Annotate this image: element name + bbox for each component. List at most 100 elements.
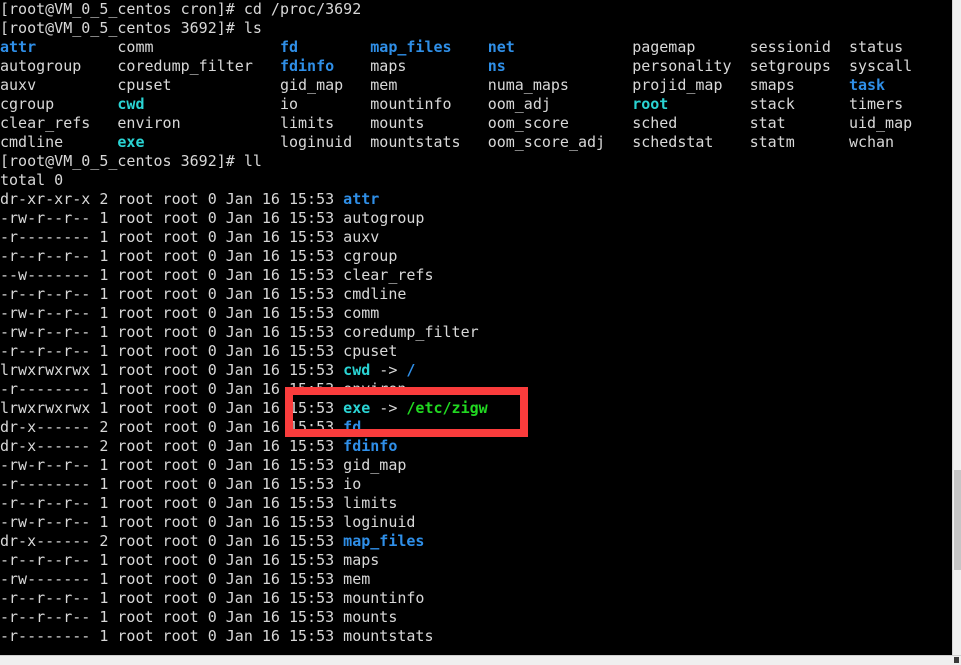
file-name-map_files: map_files xyxy=(343,532,425,550)
shell-prompt: [root@VM_0_5_centos 3692]# xyxy=(0,19,244,37)
file-metadata: -rw-r--r-- 1 root root 0 Jan 16 15:53 xyxy=(0,456,344,474)
file-name-io: io xyxy=(343,475,362,493)
file-metadata: --w------- 1 root root 0 Jan 16 15:53 xyxy=(0,266,344,284)
file-name-environ: environ xyxy=(343,380,407,398)
command-line-cd: [root@VM_0_5_centos cron]# cd /proc/3692 xyxy=(0,0,953,19)
ls-entry-stat: stat xyxy=(749,114,849,132)
ls-entry-comm: comm xyxy=(117,38,280,56)
ls-entry-personality: personality xyxy=(632,57,750,75)
ll-output-row: --w------- 1 root root 0 Jan 16 15:53 cl… xyxy=(0,266,953,285)
ll-output-row: -r--r--r-- 1 root root 0 Jan 16 15:53 li… xyxy=(0,494,953,513)
ll-output-row: -r-------- 1 root root 0 Jan 16 15:53 io xyxy=(0,475,953,494)
ll-output-row: -r-------- 1 root root 0 Jan 16 15:53 mo… xyxy=(0,627,953,646)
ls-entry-ns: ns xyxy=(487,57,633,75)
ls-entry-oom_score_adj: oom_score_adj xyxy=(487,133,633,151)
ls-entry-maps: maps xyxy=(370,57,488,75)
ll-output-row: lrwxrwxrwx 1 root root 0 Jan 16 15:53 cw… xyxy=(0,361,953,380)
ls-entry-root: root xyxy=(632,95,750,113)
ls-output-row: auxv cpuset gid_map mem numa_maps projid… xyxy=(0,76,953,95)
file-metadata: -r-------- 1 root root 0 Jan 16 15:53 xyxy=(0,228,344,246)
file-name-comm: comm xyxy=(343,304,380,322)
file-name-cwd: cwd xyxy=(343,361,371,379)
file-metadata: -rw-r--r-- 1 root root 0 Jan 16 15:53 xyxy=(0,209,344,227)
file-name-maps: maps xyxy=(343,551,380,569)
file-metadata: dr-x------ 2 root root 0 Jan 16 15:53 xyxy=(0,418,344,436)
ls-entry-environ: environ xyxy=(117,114,280,132)
file-name-cgroup: cgroup xyxy=(343,247,398,265)
ls-entry-net: net xyxy=(487,38,633,56)
ls-entry-task: task xyxy=(848,76,886,94)
ll-output-row: dr-x------ 2 root root 0 Jan 16 15:53 fd… xyxy=(0,437,953,456)
command-text: ls xyxy=(243,19,262,37)
ll-output-row: -r--r--r-- 1 root root 0 Jan 16 15:53 mo… xyxy=(0,608,953,627)
file-metadata: -r--r--r-- 1 root root 0 Jan 16 15:53 xyxy=(0,494,344,512)
ls-output-row: attr comm fd map_files net pagemap sessi… xyxy=(0,38,953,57)
file-metadata: -r--r--r-- 1 root root 0 Jan 16 15:53 xyxy=(0,551,344,569)
ls-entry-coredump_filter: coredump_filter xyxy=(117,57,280,75)
ll-output-row: lrwxrwxrwx 1 root root 0 Jan 16 15:53 ex… xyxy=(0,399,953,418)
ls-entry-mounts: mounts xyxy=(370,114,488,132)
ls-entry-cwd: cwd xyxy=(117,95,280,113)
ll-output-row: -r--r--r-- 1 root root 0 Jan 16 15:53 cm… xyxy=(0,285,953,304)
ll-output-row: -rw-r--r-- 1 root root 0 Jan 16 15:53 gi… xyxy=(0,456,953,475)
file-metadata: -rw-r--r-- 1 root root 0 Jan 16 15:53 xyxy=(0,304,344,322)
ll-total-line: total 0 xyxy=(0,171,953,190)
file-name-cmdline: cmdline xyxy=(343,285,407,303)
ls-entry-auxv: auxv xyxy=(0,76,118,94)
shell-prompt: [root@VM_0_5_centos cron]# xyxy=(0,0,244,18)
terminal-output[interactable]: [root@VM_0_5_centos cron]# cd /proc/3692… xyxy=(0,0,953,655)
file-name-limits: limits xyxy=(343,494,398,512)
command-line-ll: [root@VM_0_5_centos 3692]# ll xyxy=(0,152,953,171)
resize-grip-icon[interactable] xyxy=(954,657,959,663)
file-name-gid_map: gid_map xyxy=(343,456,407,474)
ls-entry-statm: statm xyxy=(749,133,849,151)
shell-prompt: [root@VM_0_5_centos 3692]# xyxy=(0,152,244,170)
ls-entry-syscall: syscall xyxy=(848,57,913,75)
ls-entry-exe: exe xyxy=(117,133,280,151)
ls-entry-schedstat: schedstat xyxy=(632,133,750,151)
terminal-window: [root@VM_0_5_centos cron]# cd /proc/3692… xyxy=(0,0,961,665)
ll-output-row: -rw-r--r-- 1 root root 0 Jan 16 15:53 lo… xyxy=(0,513,953,532)
ls-entry-oom_adj: oom_adj xyxy=(487,95,633,113)
file-metadata: -r-------- 1 root root 0 Jan 16 15:53 xyxy=(0,627,344,645)
ls-entry-pagemap: pagemap xyxy=(632,38,750,56)
scrollbar-thumb[interactable] xyxy=(954,470,961,570)
ls-entry-sessionid: sessionid xyxy=(749,38,849,56)
ls-entry-cmdline: cmdline xyxy=(0,133,118,151)
vertical-scrollbar[interactable] xyxy=(952,0,961,655)
file-metadata: -r--r--r-- 1 root root 0 Jan 16 15:53 xyxy=(0,247,344,265)
file-metadata: dr-x------ 2 root root 0 Jan 16 15:53 xyxy=(0,532,344,550)
ls-entry-stack: stack xyxy=(749,95,849,113)
ls-entry-autogroup: autogroup xyxy=(0,57,118,75)
symlink-target: / xyxy=(406,361,416,379)
ls-output-row: cgroup cwd io mountinfo oom_adj root sta… xyxy=(0,95,953,114)
ls-entry-numa_maps: numa_maps xyxy=(487,76,633,94)
file-metadata: -r-------- 1 root root 0 Jan 16 15:53 xyxy=(0,380,344,398)
file-name-clear_refs: clear_refs xyxy=(343,266,434,284)
ll-output-row: dr-x------ 2 root root 0 Jan 16 15:53 fd xyxy=(0,418,953,437)
file-name-attr: attr xyxy=(343,190,380,208)
ls-entry-clear_refs: clear_refs xyxy=(0,114,118,132)
file-metadata: dr-x------ 2 root root 0 Jan 16 15:53 xyxy=(0,437,344,455)
ls-entry-cgroup: cgroup xyxy=(0,95,118,113)
file-name-cpuset: cpuset xyxy=(343,342,398,360)
file-metadata: lrwxrwxrwx 1 root root 0 Jan 16 15:53 xyxy=(0,361,344,379)
ls-output-row: autogroup coredump_filter fdinfo maps ns… xyxy=(0,57,953,76)
command-line-ls: [root@VM_0_5_centos 3692]# ls xyxy=(0,19,953,38)
ll-output-row: dr-x------ 2 root root 0 Jan 16 15:53 ma… xyxy=(0,532,953,551)
file-metadata: lrwxrwxrwx 1 root root 0 Jan 16 15:53 xyxy=(0,399,344,417)
ll-output-row: -r--r--r-- 1 root root 0 Jan 16 15:53 cp… xyxy=(0,342,953,361)
ls-entry-uid_map: uid_map xyxy=(848,114,913,132)
ls-entry-timers: timers xyxy=(848,95,904,113)
file-name-autogroup: autogroup xyxy=(343,209,425,227)
ls-entry-oom_score: oom_score xyxy=(487,114,633,132)
file-name-loginuid: loginuid xyxy=(343,513,416,531)
ls-entry-setgroups: setgroups xyxy=(749,57,849,75)
file-name-fdinfo: fdinfo xyxy=(343,437,398,455)
file-name-mounts: mounts xyxy=(343,608,398,626)
ll-output-row: -r-------- 1 root root 0 Jan 16 15:53 au… xyxy=(0,228,953,247)
ls-entry-mountinfo: mountinfo xyxy=(370,95,488,113)
ls-entry-gid_map: gid_map xyxy=(279,76,371,94)
ls-output-row: cmdline exe loginuid mountstats oom_scor… xyxy=(0,133,953,152)
file-name-mem: mem xyxy=(343,570,371,588)
